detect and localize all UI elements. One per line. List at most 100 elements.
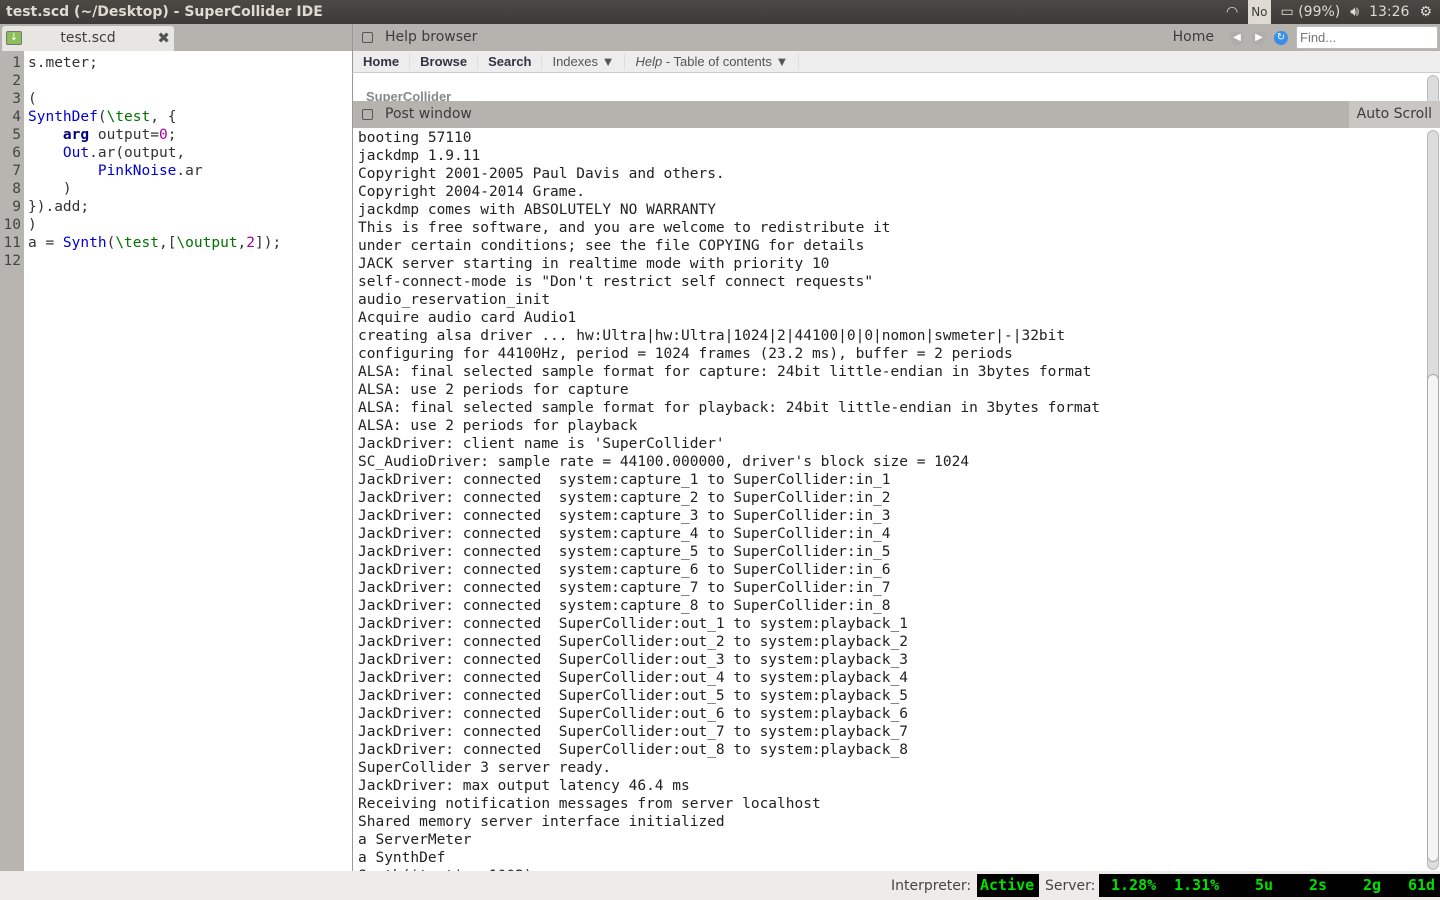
post-line: Receiving notification messages from ser… bbox=[358, 796, 821, 812]
document-saved-icon: ↓ bbox=[6, 31, 22, 45]
post-output[interactable]: booting 57110 jackdmp 1.9.11 Copyright 200… bbox=[352, 128, 1440, 871]
code-token: \test bbox=[115, 235, 159, 251]
help-home-button[interactable]: Home bbox=[1173, 24, 1214, 51]
code-token: arg bbox=[62, 127, 90, 143]
wifi-icon[interactable]: ◠ bbox=[1226, 0, 1238, 24]
undock-icon[interactable] bbox=[362, 32, 373, 43]
code-line: ( bbox=[28, 90, 281, 108]
power-gear-icon[interactable]: ⚙ bbox=[1419, 0, 1432, 24]
post-line: JackDriver: connected system:capture_5 t… bbox=[358, 544, 891, 560]
post-line: JackDriver: connected SuperCollider:out_… bbox=[358, 652, 908, 668]
post-line: JackDriver: max output latency 46.4 ms bbox=[358, 778, 690, 794]
nav-indexes-menu[interactable]: Indexes ▼ bbox=[542, 53, 626, 70]
volume-icon[interactable]: 🔊︎ bbox=[1350, 0, 1359, 24]
code-token: s.meter; bbox=[28, 55, 98, 71]
synth-count: 2s bbox=[1309, 876, 1328, 894]
toc-help-label: Help bbox=[635, 53, 663, 69]
post-line: JackDriver: connected SuperCollider:out_… bbox=[358, 634, 908, 650]
peak-cpu: 1.31% bbox=[1174, 876, 1220, 894]
help-browser-title: Help browser bbox=[385, 29, 478, 45]
ugen-count: 5u bbox=[1255, 876, 1274, 894]
forward-arrow-icon[interactable]: ▶ bbox=[1252, 30, 1266, 45]
post-line: ALSA: final selected sample format for p… bbox=[358, 400, 1101, 416]
code-area[interactable]: s.meter; (SynthDef(\test, { arg output=0;… bbox=[28, 54, 281, 270]
line-number-gutter: 1 2 3 4 5 6 7 8 9 10 11 12 bbox=[0, 51, 24, 871]
line-number: 3 bbox=[12, 91, 21, 107]
code-editor[interactable]: 1 2 3 4 5 6 7 8 9 10 11 12 s.meter;(SynthDef(\test,… bbox=[0, 51, 352, 871]
post-line: creating alsa driver ... hw:Ultra|hw:Ult… bbox=[358, 328, 1066, 344]
avg-cpu: 1.28% bbox=[1111, 876, 1157, 894]
post-line: JACK server starting in realtime mode wi… bbox=[358, 256, 830, 272]
system-tray: ◠ No ▭ (99%) 🔊︎ 13:26 ⚙ bbox=[1226, 0, 1432, 25]
post-line: ALSA: final selected sample format for c… bbox=[358, 364, 1092, 380]
server-label: Server: bbox=[1045, 878, 1096, 894]
post-line: configuring for 44100Hz, period = 1024 f… bbox=[358, 346, 1013, 362]
post-line: This is free software, and you are welco… bbox=[358, 220, 891, 236]
title-bar: test.scd (~/Desktop) - SuperCollider IDE… bbox=[0, 0, 1440, 25]
back-arrow-icon[interactable]: ◀ bbox=[1230, 30, 1244, 45]
post-line: ALSA: use 2 periods for playback bbox=[358, 418, 638, 434]
tab-label: test.scd bbox=[60, 30, 116, 46]
post-line: JackDriver: connected SuperCollider:out_… bbox=[358, 688, 908, 704]
post-line: a ServerMeter bbox=[358, 832, 472, 848]
post-line: jackdmp comes with ABSOLUTELY NO WARRANT… bbox=[358, 202, 716, 218]
line-number: 10 bbox=[3, 217, 21, 233]
line-number: 6 bbox=[12, 145, 21, 161]
line-number: 2 bbox=[12, 73, 21, 89]
server-status[interactable]: 1.28% 1.31% 5u 2s 2g 61d bbox=[1099, 874, 1440, 897]
code-token: .ar(output, bbox=[89, 145, 186, 161]
help-browser-dock: Help browser Home ◀ ▶ ↻ Home Browse Sear… bbox=[352, 24, 1440, 101]
code-token: Synth bbox=[62, 235, 107, 251]
nav-search-link[interactable]: Search bbox=[478, 53, 543, 70]
help-scrollbar[interactable] bbox=[1427, 75, 1439, 101]
post-line: JackDriver: connected system:capture_7 t… bbox=[358, 580, 891, 596]
code-line: }).add; bbox=[28, 198, 281, 216]
code-token: .ar bbox=[176, 163, 203, 179]
post-line: JackDriver: connected system:capture_1 t… bbox=[358, 472, 891, 488]
auto-scroll-button[interactable]: Auto Scroll bbox=[1348, 101, 1440, 128]
keyboard-layout-indicator[interactable]: No bbox=[1248, 0, 1271, 25]
post-scrollbar-thumb[interactable] bbox=[1427, 374, 1439, 862]
battery-icon: ▭ bbox=[1280, 4, 1294, 20]
reload-icon[interactable]: ↻ bbox=[1274, 30, 1288, 45]
help-nav-bar: Home Browse Search Indexes ▼ Help - Tabl… bbox=[352, 51, 1440, 73]
nav-home-link[interactable]: Home bbox=[353, 53, 411, 70]
interpreter-status[interactable]: Active bbox=[977, 874, 1039, 897]
code-token: ( bbox=[97, 109, 107, 125]
clock[interactable]: 13:26 bbox=[1369, 0, 1409, 24]
nav-browse-link[interactable]: Browse bbox=[410, 53, 479, 70]
synthdef-count: 61d bbox=[1408, 876, 1436, 894]
undock-icon[interactable] bbox=[362, 109, 373, 120]
code-token: output= bbox=[89, 127, 159, 143]
code-token: ) bbox=[28, 181, 72, 197]
post-window-dock: Post window Auto Scroll booting 57110 jac… bbox=[352, 101, 1440, 871]
code-line: SynthDef(\test, { bbox=[28, 108, 281, 126]
help-content: SuperCollider bbox=[352, 73, 1440, 101]
code-token: \output bbox=[176, 235, 238, 251]
battery-indicator[interactable]: ▭ (99%) bbox=[1281, 0, 1341, 24]
code-line: Out.ar(output, bbox=[28, 144, 281, 162]
nav-toc-menu[interactable]: Help - Table of contents ▼ bbox=[625, 53, 800, 70]
post-line: Copyright 2004-2014 Grame. bbox=[358, 184, 585, 200]
tab-test-scd[interactable]: ↓ test.scd ✖ bbox=[2, 26, 174, 51]
post-line: JackDriver: connected system:capture_2 t… bbox=[358, 490, 891, 506]
post-line: JackDriver: connected system:capture_8 t… bbox=[358, 598, 891, 614]
close-tab-icon[interactable]: ✖ bbox=[157, 26, 170, 51]
post-line: JackDriver: connected system:capture_6 t… bbox=[358, 562, 891, 578]
code-token: }).add; bbox=[28, 199, 90, 215]
post-window-title: Post window bbox=[385, 106, 472, 122]
line-number: 4 bbox=[12, 109, 21, 125]
post-line: booting 57110 bbox=[358, 130, 472, 146]
code-token: Out bbox=[62, 145, 90, 161]
help-find-input[interactable] bbox=[1296, 26, 1438, 49]
code-token: \test bbox=[106, 109, 151, 125]
code-token: ,[ bbox=[158, 235, 177, 251]
code-line: a = Synth(\test,[\output,2]); bbox=[28, 234, 281, 252]
code-token: 0 bbox=[158, 127, 168, 143]
code-token: ) bbox=[28, 217, 37, 233]
code-token: ; bbox=[167, 127, 177, 143]
code-token: 2 bbox=[246, 235, 256, 251]
